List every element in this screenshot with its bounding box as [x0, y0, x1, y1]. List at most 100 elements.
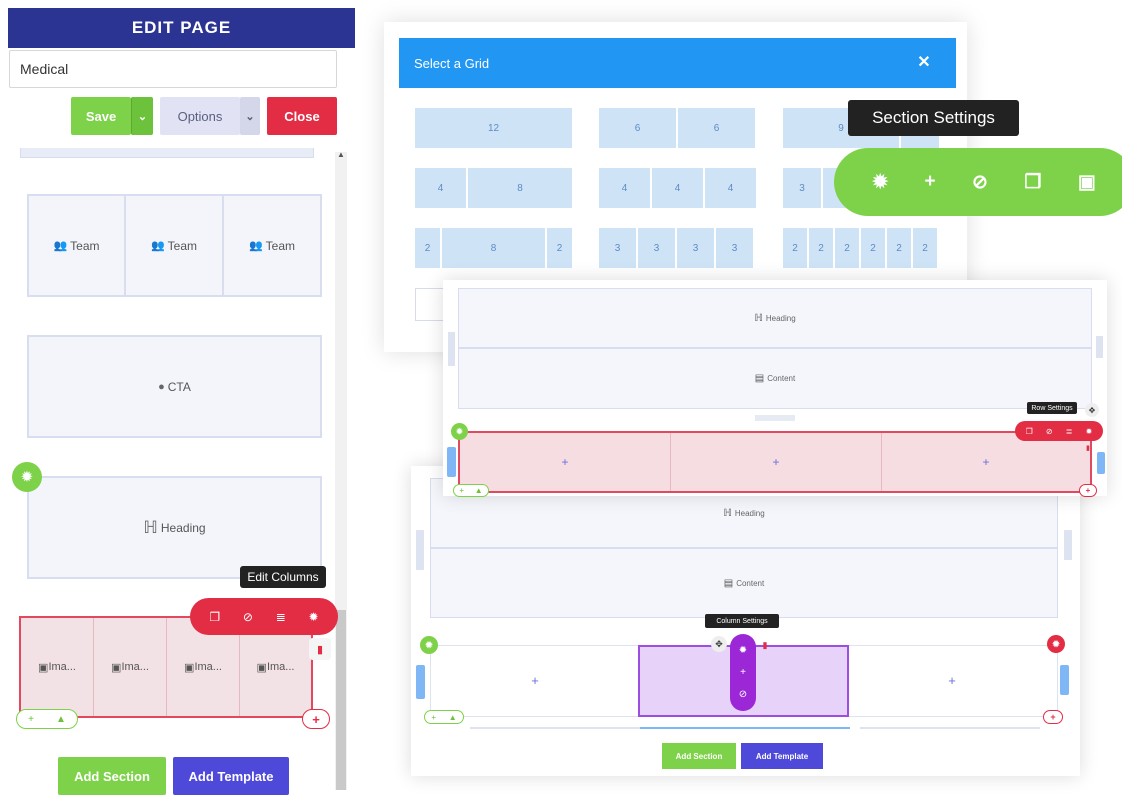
- add-section-button[interactable]: Add Section: [58, 757, 166, 795]
- columns-icon[interactable]: ≣: [276, 610, 286, 624]
- heading-block[interactable]: ℍ Heading: [27, 476, 322, 579]
- section-settings-gear-button[interactable]: ✹: [12, 462, 42, 492]
- plus-icon[interactable]: +: [740, 667, 746, 678]
- trash-icon[interactable]: ▮: [758, 638, 772, 652]
- add-row-button[interactable]: +: [1079, 484, 1097, 497]
- plus-icon[interactable]: +: [525, 673, 545, 693]
- image-column[interactable]: ▣ Ima...: [94, 618, 167, 716]
- heading-column[interactable]: ℍ Heading: [29, 478, 320, 577]
- cta-icon: ●: [158, 380, 165, 393]
- user-icon[interactable]: ▲: [475, 486, 483, 495]
- image-icon: ▣: [184, 661, 195, 674]
- scrollbar-thumb[interactable]: [336, 610, 346, 790]
- cta-block[interactable]: ● CTA: [27, 335, 322, 438]
- section-handle-left[interactable]: [448, 332, 455, 366]
- close-button[interactable]: Close: [267, 97, 337, 135]
- move-icon[interactable]: ✥: [711, 636, 727, 652]
- hide-icon[interactable]: ⊘: [972, 171, 988, 194]
- page-name-input[interactable]: [9, 50, 337, 88]
- section-handle-right[interactable]: [1064, 530, 1072, 560]
- hide-icon[interactable]: ⊘: [1046, 427, 1053, 436]
- plus-icon: +: [1085, 486, 1091, 495]
- add-section-button[interactable]: Add Section: [662, 743, 736, 769]
- plus-icon[interactable]: +: [459, 486, 464, 495]
- gear-icon[interactable]: ✹: [872, 171, 888, 194]
- trash-icon[interactable]: ▮: [309, 638, 331, 660]
- duplicate-icon[interactable]: ❐: [209, 610, 220, 624]
- team-column[interactable]: 👥 Team: [126, 196, 224, 295]
- grid-option-4-4-4[interactable]: 4 4 4: [599, 168, 756, 208]
- row-label-tab[interactable]: [1060, 665, 1069, 695]
- plus-icon[interactable]: +: [28, 714, 34, 725]
- options-dropdown-toggle[interactable]: ⌄: [240, 97, 260, 135]
- gear-icon[interactable]: ✹: [739, 645, 747, 656]
- content-icon: ▤: [723, 577, 734, 589]
- row-label-tab[interactable]: [416, 665, 425, 699]
- row-gear-button[interactable]: ✹: [1047, 635, 1065, 653]
- heading-row[interactable]: ℍ Heading: [458, 288, 1092, 348]
- add-template-button[interactable]: Add Template: [741, 743, 823, 769]
- grid-option-3-3-3-3[interactable]: 3 3 3 3: [599, 228, 753, 268]
- image-column[interactable]: ▣ Ima...: [21, 618, 94, 716]
- add-column-controls: + ▲: [424, 710, 464, 724]
- team-column[interactable]: 👥 Team: [29, 196, 126, 295]
- scroll-up-icon[interactable]: ▲: [335, 150, 347, 162]
- section-handle-right[interactable]: [1096, 336, 1103, 358]
- selected-row[interactable]: + + +: [458, 431, 1092, 493]
- columns-icon[interactable]: ≣: [1066, 427, 1073, 436]
- row-column[interactable]: +: [882, 433, 1090, 491]
- modal-title: Select a Grid: [399, 38, 956, 88]
- duplicate-icon[interactable]: ❐: [1026, 427, 1033, 436]
- column-toolbar: ✹ + ⊘: [730, 634, 756, 711]
- options-button[interactable]: Options: [160, 97, 240, 135]
- plus-icon[interactable]: +: [942, 673, 962, 693]
- section-handle-left[interactable]: [416, 530, 424, 570]
- row-label-tab[interactable]: [1097, 452, 1105, 474]
- grid-option-6-6[interactable]: 6 6: [599, 108, 755, 148]
- content-row[interactable]: ▤ Content: [458, 348, 1092, 409]
- move-icon[interactable]: ✥: [1085, 403, 1099, 417]
- plus-icon[interactable]: +: [925, 171, 936, 193]
- content-row[interactable]: ▤ Content: [430, 548, 1058, 618]
- heading-icon: ℍ: [754, 312, 763, 324]
- users-icon: 👥: [150, 240, 165, 252]
- plus-icon[interactable]: +: [982, 455, 989, 469]
- team-column[interactable]: 👥 Team: [224, 196, 320, 295]
- section-gear-button[interactable]: ✹: [451, 423, 468, 440]
- gear-icon[interactable]: ✹: [309, 610, 319, 624]
- add-row-button[interactable]: +: [1043, 710, 1063, 724]
- hide-icon[interactable]: ⊘: [243, 610, 253, 624]
- row-toolbar: ❐ ⊘ ≣ ✹: [1015, 421, 1103, 441]
- section-gear-button[interactable]: ✹: [420, 636, 438, 654]
- grid-option-4-8[interactable]: 4 8: [415, 168, 572, 208]
- image-icon: ▣: [111, 661, 122, 674]
- add-row-button[interactable]: +: [302, 709, 330, 729]
- save-icon[interactable]: ▣: [1078, 171, 1096, 194]
- duplicate-icon[interactable]: ❐: [1024, 171, 1041, 194]
- trash-icon[interactable]: ▮: [1086, 444, 1096, 454]
- save-button[interactable]: Save: [71, 97, 131, 135]
- user-icon[interactable]: ▲: [449, 713, 457, 722]
- save-dropdown-toggle[interactable]: ⌄: [131, 97, 153, 135]
- team-row-block[interactable]: 👥 Team 👥 Team 👥 Team: [27, 194, 322, 297]
- row-column[interactable]: +: [460, 433, 671, 491]
- plus-icon[interactable]: +: [431, 713, 436, 722]
- add-template-button[interactable]: Add Template: [173, 757, 289, 795]
- row-column[interactable]: +: [671, 433, 882, 491]
- column-settings-tooltip: Column Settings: [705, 614, 779, 628]
- row-label-tab[interactable]: [447, 447, 456, 477]
- previous-block-edge: [20, 148, 314, 158]
- row-toolbar: ❐ ⊘ ≣ ✹: [190, 598, 338, 635]
- plus-icon[interactable]: +: [772, 455, 779, 469]
- grid-option-12[interactable]: 12: [415, 108, 572, 148]
- close-icon[interactable]: ✕: [912, 50, 936, 74]
- plus-icon[interactable]: +: [561, 455, 568, 469]
- gear-icon[interactable]: ✹: [1086, 427, 1093, 436]
- hide-icon[interactable]: ⊘: [739, 689, 747, 700]
- grid-option-2-8-2[interactable]: 2 8 2: [415, 228, 572, 268]
- row-settings-tooltip: Row Settings: [1027, 402, 1077, 414]
- column-width-indicator: [640, 727, 850, 729]
- cta-column[interactable]: ● CTA: [29, 337, 320, 436]
- user-icon[interactable]: ▲: [56, 714, 66, 725]
- grid-option-2x6[interactable]: 2 2 2 2 2 2: [783, 228, 937, 268]
